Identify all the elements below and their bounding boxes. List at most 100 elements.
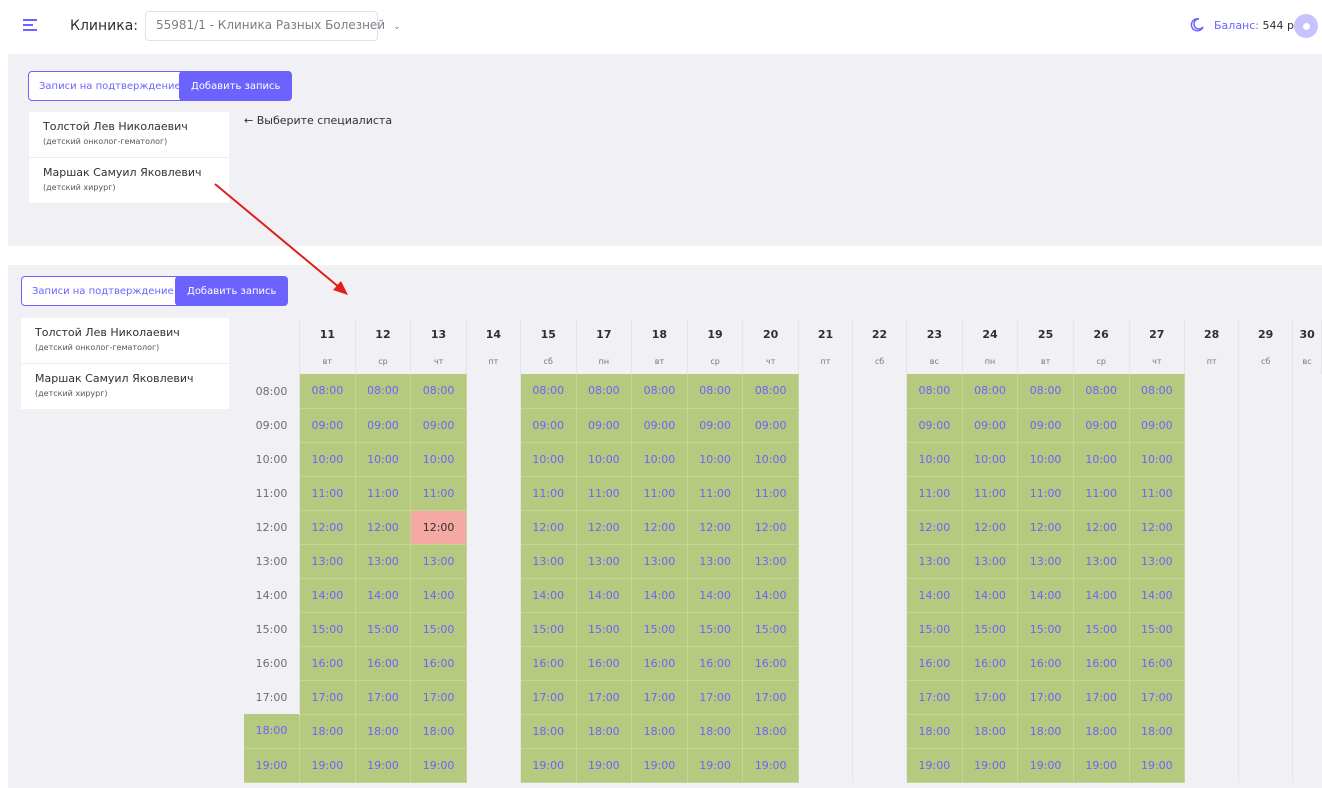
slot-17-15:00[interactable]: 15:00 [520,612,577,647]
slot-24-10:00[interactable]: 10:00 [906,442,963,477]
slot-14-09:00[interactable]: 09:00 [410,408,467,443]
slot-19-09:00[interactable]: 09:00 [631,408,688,443]
slot-27-19:00[interactable]: 19:00 [1073,748,1130,783]
slot-17-08:00[interactable]: 08:00 [520,374,577,409]
slot-12-16:00[interactable]: 16:00 [299,646,356,681]
slot-20-10:00[interactable]: 10:00 [687,442,744,477]
slot-13-09:00[interactable]: 09:00 [355,408,412,443]
slot-18-09:00[interactable]: 09:00 [576,408,633,443]
slot-26-12:00[interactable]: 12:00 [1017,510,1074,545]
slot-17-10:00[interactable]: 10:00 [520,442,577,477]
slot-14-18:00[interactable]: 18:00 [410,714,467,749]
slot-21-16:00[interactable]: 16:00 [742,646,799,681]
slot-20-14:00[interactable]: 14:00 [687,578,744,613]
slot-14-12:00[interactable]: 12:00 [410,510,467,545]
slot-25-18:00[interactable]: 18:00 [962,714,1019,749]
slot-20-11:00[interactable]: 11:00 [687,476,744,511]
slot-19-08:00[interactable]: 08:00 [631,374,688,409]
slot-17-14:00[interactable]: 14:00 [520,578,577,613]
slot-21-11:00[interactable]: 11:00 [742,476,799,511]
specialist-item-tolstoy[interactable]: Толстой Лев Николаевич (детский онколог-… [21,318,229,364]
avatar-icon[interactable] [1294,14,1318,38]
slot-28-14:00[interactable]: 14:00 [1129,578,1186,613]
slot-28-17:00[interactable]: 17:00 [1129,680,1186,715]
slot-24-18:00[interactable]: 18:00 [906,714,963,749]
specialist-item-marshak[interactable]: Маршак Самуил Яковлевич (детский хирург) [21,364,229,409]
slot-24-17:00[interactable]: 17:00 [906,680,963,715]
slot-18-12:00[interactable]: 12:00 [576,510,633,545]
slot-20-13:00[interactable]: 13:00 [687,544,744,579]
slot-19-19:00[interactable]: 19:00 [631,748,688,783]
slot-25-17:00[interactable]: 17:00 [962,680,1019,715]
slot-25-14:00[interactable]: 14:00 [962,578,1019,613]
slot-27-14:00[interactable]: 14:00 [1073,578,1130,613]
slot-13-16:00[interactable]: 16:00 [355,646,412,681]
slot-13-18:00[interactable]: 18:00 [355,714,412,749]
slot-12-09:00[interactable]: 09:00 [299,408,356,443]
slot-14-17:00[interactable]: 17:00 [410,680,467,715]
slot-19-16:00[interactable]: 16:00 [631,646,688,681]
slot-26-16:00[interactable]: 16:00 [1017,646,1074,681]
slot-21-14:00[interactable]: 14:00 [742,578,799,613]
slot-18-18:00[interactable]: 18:00 [576,714,633,749]
slot-28-19:00[interactable]: 19:00 [1129,748,1186,783]
slot-18-14:00[interactable]: 14:00 [576,578,633,613]
clinic-select[interactable]: 55981/1 - Клиника Разных Болезней ⌄ [145,11,400,41]
slot-26-17:00[interactable]: 17:00 [1017,680,1074,715]
slot-20-08:00[interactable]: 08:00 [687,374,744,409]
slot-18-11:00[interactable]: 11:00 [576,476,633,511]
add-record-button[interactable]: Добавить запись [175,276,289,306]
slot-17-18:00[interactable]: 18:00 [520,714,577,749]
slot-28-09:00[interactable]: 09:00 [1129,408,1186,443]
pending-records-button[interactable]: Записи на подтверждение [28,71,192,101]
slot-17-12:00[interactable]: 12:00 [520,510,577,545]
slot-14-08:00[interactable]: 08:00 [410,374,467,409]
slot-20-15:00[interactable]: 15:00 [687,612,744,647]
slot-12-08:00[interactable]: 08:00 [299,374,356,409]
slot-28-13:00[interactable]: 13:00 [1129,544,1186,579]
slot-25-10:00[interactable]: 10:00 [962,442,1019,477]
slot-28-10:00[interactable]: 10:00 [1129,442,1186,477]
slot-26-08:00[interactable]: 08:00 [1017,374,1074,409]
slot-21-08:00[interactable]: 08:00 [742,374,799,409]
slot-24-09:00[interactable]: 09:00 [906,408,963,443]
slot-24-12:00[interactable]: 12:00 [906,510,963,545]
slot-27-18:00[interactable]: 18:00 [1073,714,1130,749]
slot-13-10:00[interactable]: 10:00 [355,442,412,477]
slot-25-19:00[interactable]: 19:00 [962,748,1019,783]
slot-20-17:00[interactable]: 17:00 [687,680,744,715]
specialist-item-tolstoy[interactable]: Толстой Лев Николаевич (детский онколог-… [29,112,229,158]
add-record-button[interactable]: Добавить запись [179,71,293,101]
slot-27-16:00[interactable]: 16:00 [1073,646,1130,681]
slot-14-10:00[interactable]: 10:00 [410,442,467,477]
slot-13-12:00[interactable]: 12:00 [355,510,412,545]
slot-26-10:00[interactable]: 10:00 [1017,442,1074,477]
slot-19-14:00[interactable]: 14:00 [631,578,688,613]
slot-13-15:00[interactable]: 15:00 [355,612,412,647]
slot-21-19:00[interactable]: 19:00 [742,748,799,783]
slot-19-15:00[interactable]: 15:00 [631,612,688,647]
slot-25-16:00[interactable]: 16:00 [962,646,1019,681]
slot-27-12:00[interactable]: 12:00 [1073,510,1130,545]
slot-27-17:00[interactable]: 17:00 [1073,680,1130,715]
slot-18-10:00[interactable]: 10:00 [576,442,633,477]
slot-28-11:00[interactable]: 11:00 [1129,476,1186,511]
slot-13-19:00[interactable]: 19:00 [355,748,412,783]
slot-13-08:00[interactable]: 08:00 [355,374,412,409]
slot-27-15:00[interactable]: 15:00 [1073,612,1130,647]
slot-19-17:00[interactable]: 17:00 [631,680,688,715]
slot-25-08:00[interactable]: 08:00 [962,374,1019,409]
slot-27-09:00[interactable]: 09:00 [1073,408,1130,443]
slot-21-13:00[interactable]: 13:00 [742,544,799,579]
slot-24-19:00[interactable]: 19:00 [906,748,963,783]
slot-18-19:00[interactable]: 19:00 [576,748,633,783]
slot-12-11:00[interactable]: 11:00 [299,476,356,511]
slot-19-11:00[interactable]: 11:00 [631,476,688,511]
slot-12-17:00[interactable]: 17:00 [299,680,356,715]
slot-14-15:00[interactable]: 15:00 [410,612,467,647]
slot-21-09:00[interactable]: 09:00 [742,408,799,443]
slot-12-12:00[interactable]: 12:00 [299,510,356,545]
slot-18-08:00[interactable]: 08:00 [576,374,633,409]
slot-27-11:00[interactable]: 11:00 [1073,476,1130,511]
slot-17-11:00[interactable]: 11:00 [520,476,577,511]
